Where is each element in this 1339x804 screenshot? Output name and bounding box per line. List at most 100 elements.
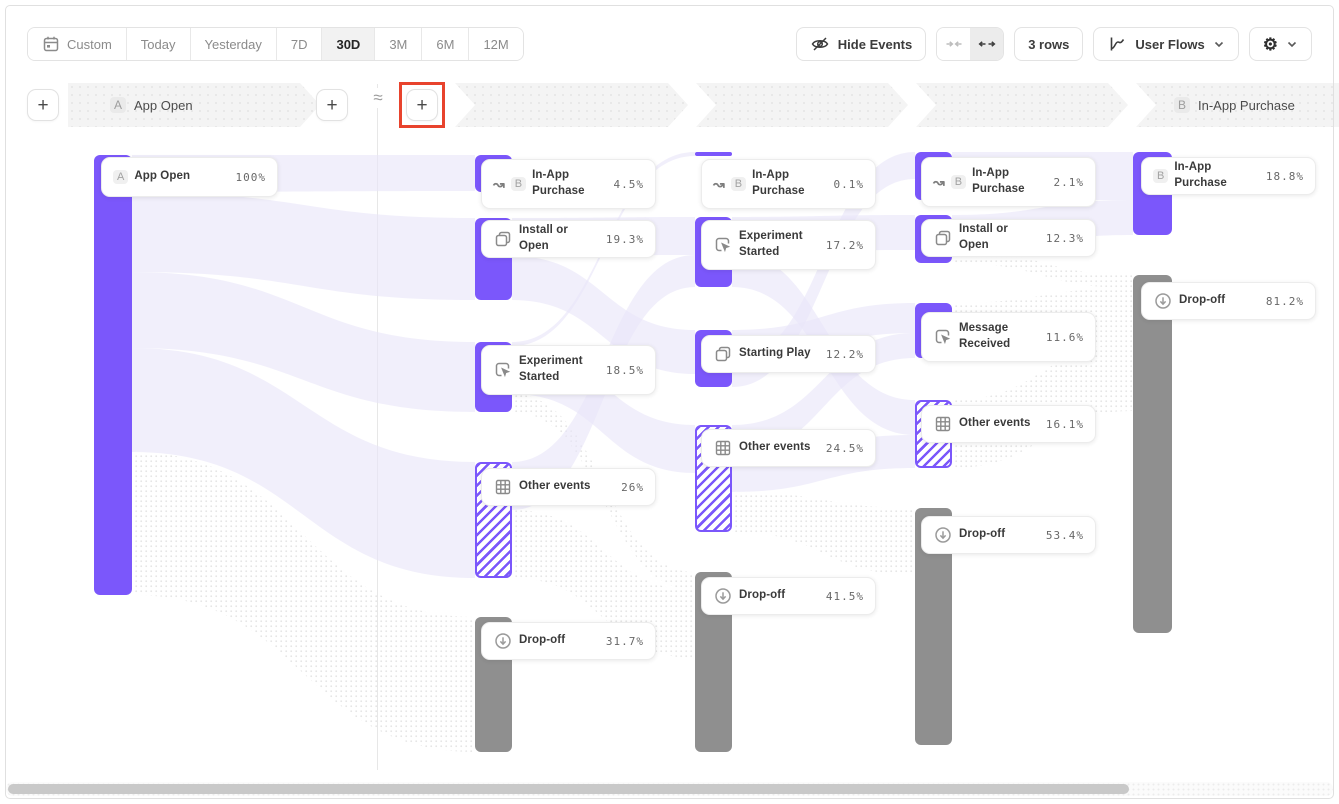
step-badge: B <box>1174 97 1190 113</box>
rows-button[interactable]: 3 rows <box>1014 27 1083 61</box>
sankey-bar-app-open[interactable] <box>94 155 132 595</box>
flow-node-card-message-received[interactable]: Message Received11.6% <box>921 312 1096 362</box>
event-badge-b: B <box>1153 169 1168 183</box>
step-band-b[interactable]: B In-App Purchase <box>1136 83 1339 127</box>
date-range-yesterday[interactable]: Yesterday <box>190 28 276 60</box>
flow-node-label: In-App Purchase <box>1174 160 1260 191</box>
flow-node-label: Drop-off <box>739 588 820 604</box>
collapse-columns-button[interactable] <box>937 28 970 60</box>
flow-node-card-install-or-open[interactable]: Install or Open 19.3% <box>481 220 656 258</box>
add-step-start-button[interactable]: + <box>27 89 59 121</box>
flow-node-label: Experiment Started <box>739 229 820 260</box>
flow-node-card-in-app-purchase[interactable]: B In-App Purchase 18.8% <box>1141 157 1316 195</box>
line-chart-icon <box>1107 34 1127 54</box>
toolbar-right: Hide Events 3 rows <box>796 27 1312 61</box>
flow-node-percent: 16.1% <box>1046 418 1084 431</box>
date-range-today[interactable]: Today <box>126 28 190 60</box>
flow-node-percent: 2.1% <box>1054 176 1085 189</box>
flow-node-card-other-events[interactable]: Other events26% <box>481 468 656 506</box>
flow-node-label: Message Received <box>959 321 1040 352</box>
flow-arrow-icon: ↝ <box>933 174 945 191</box>
drop-off-icon <box>1153 291 1173 311</box>
hide-events-button[interactable]: Hide Events <box>796 27 926 61</box>
flow-node-label: Install or Open <box>959 222 1040 253</box>
horizontal-scrollbar-track[interactable] <box>6 782 1333 796</box>
step-band-empty-1 <box>455 83 688 127</box>
flow-node-label: Experiment Started <box>519 354 600 385</box>
flow-node-card-experiment-started[interactable]: Experiment Started 17.2% <box>701 220 876 270</box>
flow-node-label: Drop-off <box>959 527 1040 543</box>
flow-node-card-drop-off[interactable]: Drop-off53.4% <box>921 516 1096 554</box>
flow-node-label: Drop-off <box>1179 293 1260 309</box>
copy-icon <box>713 344 733 364</box>
flow-node-label: Other events <box>519 479 615 495</box>
flow-node-percent: 100% <box>236 171 267 184</box>
flow-arrow-icon: ↝ <box>713 176 725 193</box>
add-step-after-a-button[interactable]: + <box>316 89 348 121</box>
horizontal-scrollbar-thumb[interactable] <box>8 784 1129 794</box>
flow-node-percent: 0.1% <box>834 178 865 191</box>
sankey-bar-in-app-purchase[interactable] <box>695 152 732 156</box>
flow-node-percent: 12.2% <box>826 348 864 361</box>
step-band-empty-2 <box>696 83 908 127</box>
date-range-label: 7D <box>291 37 308 52</box>
flow-node-percent: 18.8% <box>1266 170 1304 183</box>
calendar-icon <box>42 35 60 53</box>
flow-node-card-in-app-purchase[interactable]: ↝ B In-App Purchase 0.1% <box>701 159 876 209</box>
flow-node-percent: 4.5% <box>614 178 645 191</box>
drop-off-icon <box>713 586 733 606</box>
event-badge-b: B <box>731 177 746 191</box>
flow-node-card-in-app-purchase[interactable]: ↝ B In-App Purchase 4.5% <box>481 159 656 209</box>
chevron-down-icon <box>1286 38 1298 50</box>
break-symbol: ≈ <box>366 88 390 108</box>
flow-node-label: App Open <box>134 169 229 185</box>
event-badge-b: B <box>511 177 526 191</box>
sankey-bar-drop-off[interactable] <box>1133 275 1172 633</box>
date-range-6m[interactable]: 6M <box>421 28 468 60</box>
flow-node-percent: 18.5% <box>606 364 644 377</box>
date-range-7d[interactable]: 7D <box>276 28 322 60</box>
flow-node-card-drop-off[interactable]: Drop-off81.2% <box>1141 282 1316 320</box>
flow-node-percent: 24.5% <box>826 442 864 455</box>
step-band-a[interactable]: A App Open <box>68 83 320 127</box>
flow-node-label: Drop-off <box>519 633 600 649</box>
flow-node-card-drop-off[interactable]: Drop-off41.5% <box>701 577 876 615</box>
expand-columns-button[interactable] <box>970 28 1003 60</box>
flow-node-card-in-app-purchase[interactable]: ↝BIn-App Purchase2.1% <box>921 157 1096 207</box>
flow-node-label: In-App Purchase <box>752 168 827 199</box>
rows-label: 3 rows <box>1028 37 1069 52</box>
flow-node-percent: 12.3% <box>1046 232 1084 245</box>
flow-node-label: In-App Purchase <box>972 166 1047 197</box>
settings-button[interactable]: ⚙ <box>1249 27 1312 61</box>
date-range-12m[interactable]: 12M <box>468 28 522 60</box>
flow-node-card-other-events[interactable]: Other events16.1% <box>921 405 1096 443</box>
grid-icon <box>493 477 513 497</box>
date-range-custom[interactable]: Custom <box>28 28 126 60</box>
flow-node-percent: 17.2% <box>826 239 864 252</box>
flow-node-label: Other events <box>739 440 820 456</box>
date-range-30d[interactable]: 30D <box>321 28 374 60</box>
flow-node-label: Starting Play <box>739 346 820 362</box>
flow-node-percent: 31.7% <box>606 635 644 648</box>
flow-arrow-icon: ↝ <box>493 176 505 193</box>
flow-node-percent: 19.3% <box>606 233 644 246</box>
gear-icon: ⚙ <box>1263 36 1278 53</box>
flow-node-card-other-events[interactable]: Other events 24.5% <box>701 429 876 467</box>
copy-icon <box>493 229 513 249</box>
flow-node-card-app-open[interactable]: AApp Open100% <box>101 157 278 197</box>
click-icon <box>493 360 513 380</box>
flow-node-card-install-or-open[interactable]: Install or Open 12.3% <box>921 219 1096 257</box>
date-range-label: Today <box>141 37 176 52</box>
view-selector-label: User Flows <box>1135 37 1204 52</box>
flow-node-card-starting-play[interactable]: Starting Play 12.2% <box>701 335 876 373</box>
chevron-down-icon <box>1213 38 1225 50</box>
toolbar: Custom Today Yesterday 7D 30D 3M6M12M Hide Ev… <box>27 27 1312 61</box>
flow-node-card-experiment-started[interactable]: Experiment Started 18.5% <box>481 345 656 395</box>
date-range-3m[interactable]: 3M <box>374 28 421 60</box>
drop-off-icon <box>493 631 513 651</box>
flow-node-card-drop-off[interactable]: Drop-off 31.7% <box>481 622 656 660</box>
flow-node-label: In-App Purchase <box>532 168 607 199</box>
view-selector-button[interactable]: User Flows <box>1093 27 1238 61</box>
flow-node-label: Install or Open <box>519 223 600 254</box>
date-range-label: 30D <box>336 37 360 52</box>
